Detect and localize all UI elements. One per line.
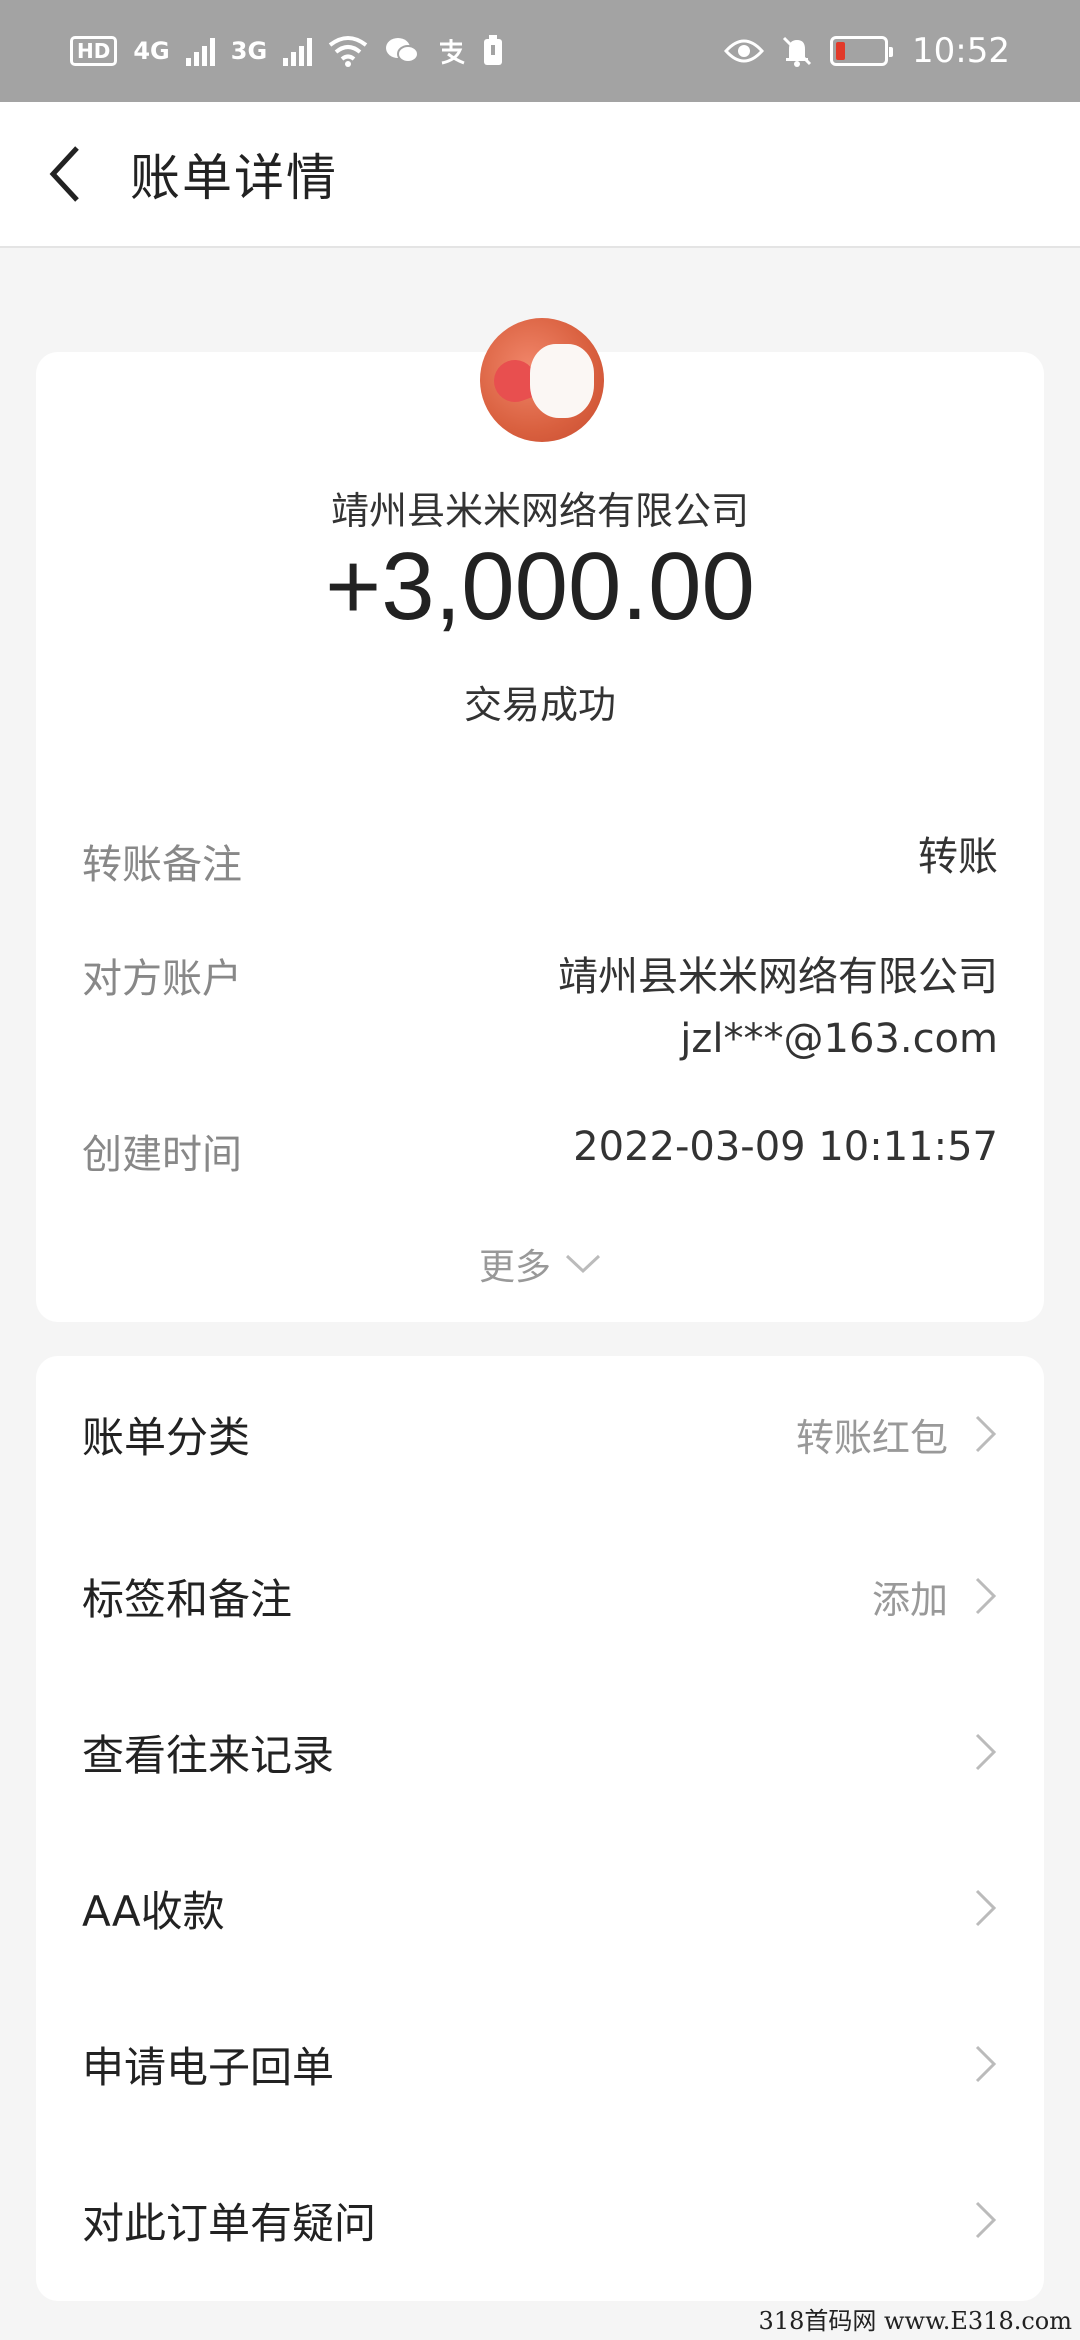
- chevron-right-icon: [975, 1733, 997, 1771]
- detail-label: 转账备注: [82, 842, 242, 888]
- alipay-icon: [440, 39, 465, 65]
- menu-label: 标签和备注: [82, 1574, 293, 1624]
- menu-item-aa-collect[interactable]: AA收款: [36, 1830, 1044, 1986]
- detail-label: 创建时间: [82, 1132, 242, 1178]
- menu-label: 查看往来记录: [82, 1730, 335, 1780]
- bell-off-icon: [782, 36, 812, 67]
- transaction-amount: +3,000.00: [325, 533, 755, 640]
- signal-3g-icon: [283, 36, 313, 66]
- detail-label: 对方账户: [82, 956, 242, 1002]
- more-toggle[interactable]: 更多: [36, 1238, 1044, 1290]
- sim-icon: [484, 35, 503, 65]
- top-header: 账单详情: [0, 102, 1080, 248]
- battery-low-icon: [830, 36, 894, 66]
- clock: 10:52: [912, 31, 1010, 71]
- chevron-right-icon: [975, 1889, 997, 1927]
- menu-label: 账单分类: [82, 1412, 251, 1462]
- status-bar-right: 10:52: [724, 34, 1010, 68]
- sim1-network-label: 4G: [133, 37, 170, 65]
- merchant-avatar[interactable]: [480, 318, 604, 442]
- watermark: 318首码网 www.E318.com: [758, 2307, 1072, 2335]
- sim2-network-label: 3G: [230, 37, 268, 65]
- menu-value: 添加: [871, 1577, 948, 1622]
- menu-item-bill-category[interactable]: 账单分类 转账红包: [36, 1356, 1044, 1512]
- menu-item-transaction-history[interactable]: 查看往来记录: [36, 1674, 1044, 1830]
- menu-item-order-question[interactable]: 对此订单有疑问: [36, 2142, 1044, 2298]
- menu-label: 申请电子回单: [82, 2042, 335, 2092]
- actions-card: 账单分类 转账红包 标签和备注 添加 查看往来记录 AA收款 申请电子回单 对此…: [36, 1356, 1044, 2301]
- more-label: 更多: [478, 1247, 551, 1288]
- chevron-down-icon: [565, 1254, 601, 1274]
- menu-item-tags-notes[interactable]: 标签和备注 添加: [36, 1518, 1044, 1674]
- chevron-right-icon: [975, 2045, 997, 2083]
- detail-value: 转账: [918, 834, 998, 880]
- transaction-status: 交易成功: [463, 683, 616, 727]
- detail-value: 2022-03-09 10:11:57: [573, 1124, 998, 1170]
- menu-label: AA收款: [82, 1886, 225, 1936]
- status-bar: HD 4G 3G 10:52: [0, 0, 1080, 102]
- signal-4g-icon: [185, 36, 215, 66]
- payer-name: 靖州县米米网络有限公司: [330, 489, 749, 533]
- chevron-right-icon: [975, 1577, 997, 1615]
- wechat-icon: [386, 38, 420, 63]
- detail-value: 靖州县米米网络有限公司 jzl***@163.com: [558, 954, 998, 1062]
- hd-icon: HD: [70, 36, 118, 66]
- menu-label: 对此订单有疑问: [82, 2198, 377, 2248]
- menu-item-e-receipt[interactable]: 申请电子回单: [36, 1986, 1044, 2142]
- menu-value: 转账红包: [795, 1415, 948, 1460]
- back-arrow-icon: [49, 146, 79, 202]
- back-button[interactable]: [0, 101, 130, 247]
- chevron-right-icon: [975, 1415, 997, 1453]
- transaction-card: 靖州县米米网络有限公司 +3,000.00 交易成功 转账备注 转账 对方账户 …: [36, 318, 1044, 1322]
- page-title: 账单详情: [130, 149, 338, 207]
- cat-icon: [530, 344, 594, 418]
- wifi-icon: [328, 36, 368, 67]
- chevron-right-icon: [975, 2201, 997, 2239]
- status-bar-left: HD 4G 3G: [70, 35, 504, 67]
- eye-icon: [724, 39, 765, 63]
